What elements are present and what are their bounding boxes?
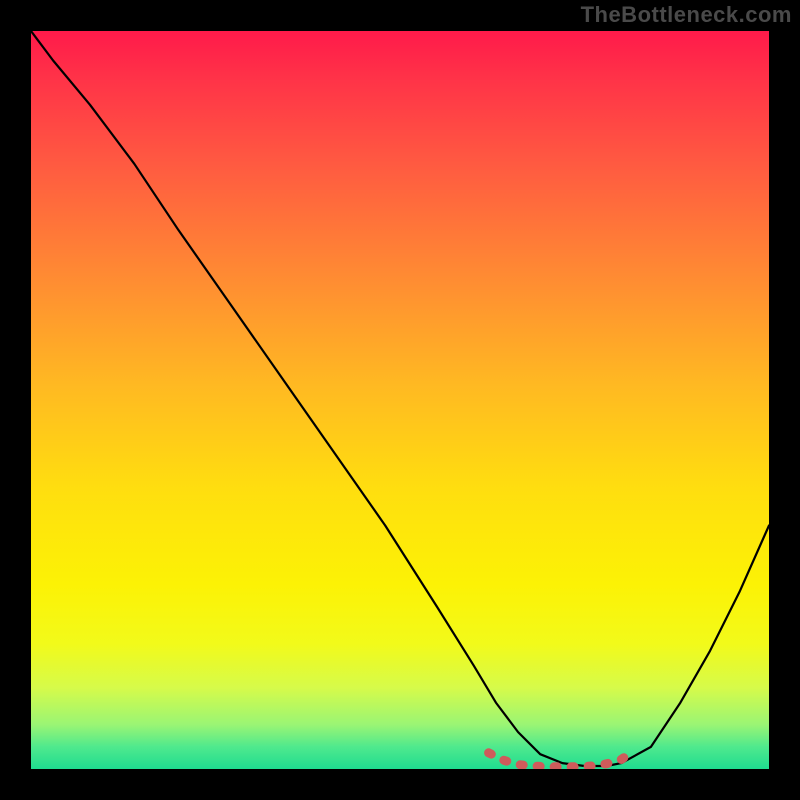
bottleneck-curve	[31, 31, 769, 766]
chart-frame: TheBottleneck.com	[0, 0, 800, 800]
chart-svg	[31, 31, 769, 769]
optimal-band-marker	[489, 753, 629, 767]
plot-area	[31, 31, 769, 769]
watermark-text: TheBottleneck.com	[581, 2, 792, 28]
